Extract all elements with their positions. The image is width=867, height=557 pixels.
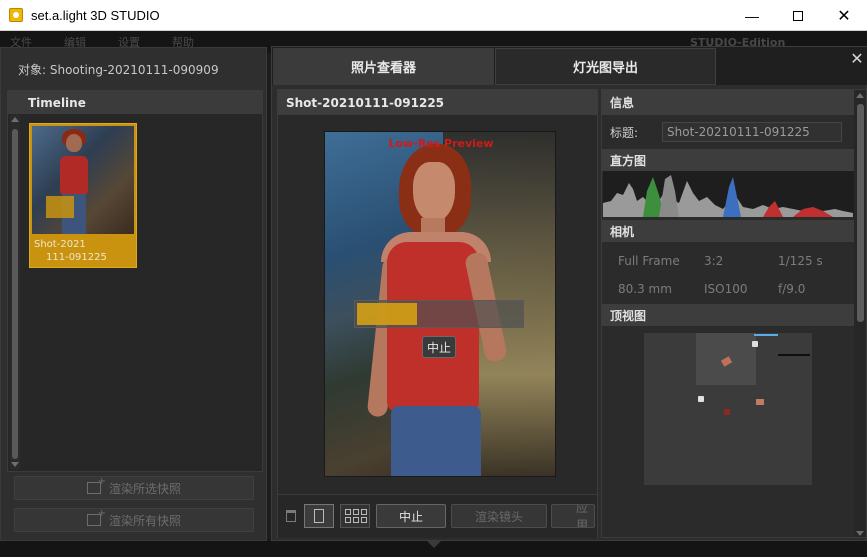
shooting-panel: 对象: Shooting-20210111-090909 Timeline Sh… — [0, 47, 267, 541]
info-section-title: 信息 — [602, 90, 866, 115]
trash-icon[interactable] — [286, 510, 296, 522]
camera-iso: ISO100 — [704, 282, 748, 296]
snapshot-thumbnail[interactable]: Shot-2021 111-091225 — [29, 123, 137, 268]
camera-section-title: 相机 — [602, 220, 866, 242]
timeline-scrollbar[interactable] — [10, 115, 20, 469]
camera-info: Full Frame 3:2 1/125 s 80.3 mm ISO100 f/… — [602, 242, 866, 304]
light-icon[interactable] — [752, 341, 758, 347]
tab-photo-viewer[interactable]: 照片查看器 — [273, 48, 494, 85]
window-close-button[interactable]: ✕ — [821, 0, 867, 31]
scroll-up-icon[interactable] — [856, 93, 864, 98]
maximize-button[interactable] — [775, 0, 821, 31]
scroll-up-icon[interactable] — [11, 117, 19, 122]
render-progress-bar — [354, 300, 524, 328]
stop-button[interactable]: 中止 — [376, 504, 446, 528]
render-all-icon — [86, 508, 106, 526]
timeline: Timeline Shot-2021 111-091225 — [7, 90, 263, 472]
tab-lighting-export[interactable]: 灯光图导出 — [495, 48, 716, 85]
dialog-tabs: 照片查看器 灯光图导出 ✕ — [272, 47, 867, 85]
camera-focal: 80.3 mm — [618, 282, 672, 296]
top-view-canvas[interactable] — [644, 333, 812, 485]
camera-ratio: 3:2 — [704, 254, 724, 268]
scroll-thumb[interactable] — [857, 104, 864, 322]
title-label: 标题: — [610, 125, 639, 140]
render-all-button[interactable]: 渲染所有快照 — [14, 508, 254, 532]
viewer-toolbar: 中止 渲染镜头 应用 — [278, 494, 597, 538]
info-scrollbar[interactable] — [854, 90, 866, 537]
timeline-title: Timeline — [8, 91, 262, 114]
scroll-down-icon[interactable] — [11, 462, 19, 467]
histogram — [603, 171, 865, 217]
app-icon — [9, 8, 23, 22]
bottom-strip — [0, 541, 867, 557]
dialog-close-icon[interactable]: ✕ — [849, 51, 865, 67]
render-snapshot-icon — [86, 476, 106, 494]
maximize-icon — [793, 10, 803, 21]
snapshot-image — [32, 126, 134, 234]
apply-button[interactable]: 应用 — [551, 504, 595, 528]
camera-shutter: 1/125 s — [778, 254, 823, 268]
light-icon[interactable] — [698, 396, 704, 402]
topview-section-title: 顶视图 — [602, 304, 866, 326]
photo-viewer: Shot-20210111-091225 Low-Res Preview 中止 … — [277, 89, 598, 538]
info-panel: 信息 标题: Shot-20210111-091225 直方图 相机 Full … — [601, 89, 867, 538]
photo-dialog: 照片查看器 灯光图导出 ✕ Shot-20210111-091225 Low-R… — [271, 46, 867, 541]
snapshot-caption: Shot-2021 111-091225 — [34, 239, 107, 263]
top-view — [602, 326, 866, 486]
collapse-caret-icon[interactable] — [427, 541, 441, 548]
title-field[interactable]: Shot-20210111-091225 — [662, 122, 842, 142]
title-row: 标题: Shot-20210111-091225 — [602, 115, 866, 149]
camera-format: Full Frame — [618, 254, 680, 268]
object-label: 对象: Shooting-20210111-090909 — [18, 62, 219, 77]
snapshot-progress — [46, 196, 74, 218]
scroll-down-icon[interactable] — [856, 531, 864, 536]
preview-image: Low-Res Preview 中止 — [324, 131, 556, 477]
window-titlebar: set.a.light 3D STUDIO — ✕ — [0, 0, 867, 31]
marker-icon[interactable] — [724, 409, 730, 415]
grid-view-button[interactable] — [340, 504, 370, 528]
render-selected-button[interactable]: 渲染所选快照 — [14, 476, 254, 500]
low-res-preview-label: Low-Res Preview — [388, 137, 494, 150]
camera-aperture: f/9.0 — [778, 282, 806, 296]
stop-render-overlay-button[interactable]: 中止 — [422, 336, 456, 358]
single-view-icon — [314, 509, 324, 523]
single-view-button[interactable] — [304, 504, 334, 528]
histogram-section-title: 直方图 — [602, 149, 866, 171]
window-title: set.a.light 3D STUDIO — [31, 7, 160, 23]
minimize-button[interactable]: — — [729, 0, 775, 31]
render-progress-fill — [357, 303, 417, 325]
viewer-title: Shot-20210111-091225 — [278, 90, 597, 115]
camera-icon[interactable] — [756, 399, 764, 405]
render-lens-button[interactable]: 渲染镜头 — [451, 504, 547, 528]
scroll-thumb[interactable] — [12, 129, 18, 459]
